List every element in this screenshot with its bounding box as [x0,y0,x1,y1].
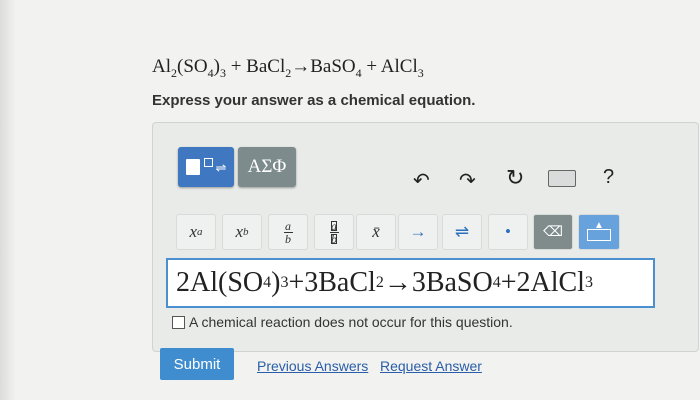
chevron-up-icon: ▲ [594,220,604,231]
boxed-fraction-den: b [331,231,337,246]
undo-icon[interactable]: ↶ [413,168,430,193]
page-left-edge [0,0,16,400]
eq-text: Al [152,56,171,77]
symbols-button[interactable]: ΑΣΦ [238,147,296,187]
superscript-button[interactable]: xa [176,214,216,250]
answer-subscript: 4 [492,274,501,291]
subscript-button[interactable]: xb [222,214,262,250]
answer-text: +3BaCl [288,267,376,298]
fraction-icon: a b [283,218,293,246]
eq-text: →BaSO [291,56,356,77]
no-reaction-option[interactable]: A chemical reaction does not occur for t… [172,314,513,330]
answer-subscript: 3 [584,274,593,291]
boxed-fraction-button[interactable]: a b [314,214,354,250]
reaction-arrow-button[interactable]: → [398,214,438,250]
fraction-den: b [285,231,291,246]
answer-text: 2Al(SO [176,267,264,298]
fraction-num: a [285,218,291,233]
fraction-button[interactable]: a b [268,214,308,250]
equilibrium-arrow-button[interactable]: ⇌ [442,214,482,250]
vector-button[interactable]: x̄ [356,214,396,250]
superscript-base: x [189,222,198,241]
answer-subscript: 2 [375,274,384,291]
eq-text: + AlCl [361,56,418,77]
request-answer-link[interactable]: Request Answer [380,358,482,374]
eq-text: + BaCl [225,56,286,77]
no-reaction-label: A chemical reaction does not occur for t… [189,314,513,330]
help-icon[interactable]: ? [603,166,614,189]
answer-text: +2AlCl [500,267,585,298]
dot-button[interactable]: • [488,214,528,250]
eq-text: (SO [177,56,208,77]
eq-subscript: 3 [417,65,424,80]
submit-button[interactable]: Submit [160,348,234,380]
boxed-fraction-icon: a b [329,218,339,246]
delete-button[interactable]: ⌫ [533,214,573,250]
boxed-fraction-num: a [331,218,337,233]
superscript-mark: a [197,226,203,238]
subscript-base: x [235,222,244,241]
keyboard-toggle-button[interactable]: ▲ [578,214,620,250]
answer-input[interactable]: 2Al(SO 4) 3 +3BaCl 2 →3BaSO 4 +2AlCl 3 [166,258,655,308]
templates-arrows-icon: ⇌ [215,159,227,175]
keyboard-shortcuts-icon[interactable] [548,170,576,187]
templates-icon [185,159,200,175]
question-equation: Al2(SO4)3 + BaCl2→BaSO4 + AlCl3 [152,56,424,81]
no-reaction-checkbox[interactable] [172,315,185,329]
previous-answers-link[interactable]: Previous Answers [257,358,368,374]
reset-icon[interactable]: ↻ [506,165,524,191]
answer-text: →3BaSO [383,267,493,298]
answer-subscript: 4 [263,274,272,291]
subscript-mark: b [243,226,249,238]
answer-subscript: 3 [280,274,289,291]
templates-button[interactable]: ⇌ [178,147,234,187]
redo-icon[interactable]: ↷ [459,168,476,193]
templates-box-icon [203,157,213,167]
answer-text: ) [271,267,281,298]
instruction-text: Express your answer as a chemical equati… [152,92,476,109]
